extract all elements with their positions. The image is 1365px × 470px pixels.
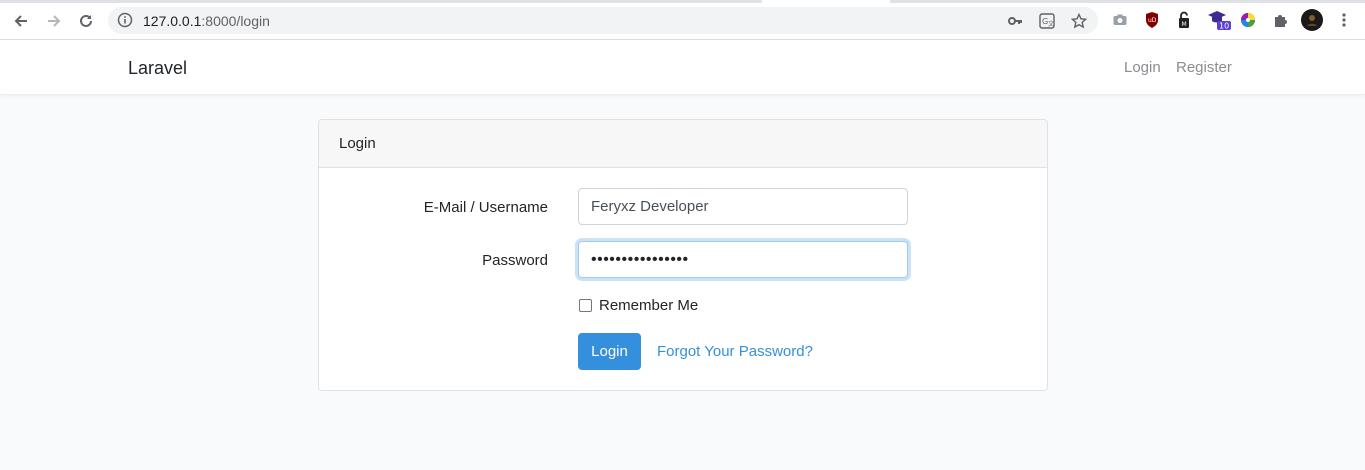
remember-me-checkbox[interactable] <box>579 299 592 312</box>
lock-extension-icon[interactable]: M <box>1174 10 1194 30</box>
forward-button[interactable] <box>43 10 65 32</box>
bookmark-star-icon[interactable] <box>1070 12 1088 30</box>
site-info-icon[interactable] <box>117 12 133 33</box>
browser-toolbar: 127.0.0.1:8000/login G文 uD M 10 <box>0 0 1365 40</box>
nav-register-link[interactable]: Register <box>1176 59 1232 76</box>
email-label: E-Mail / Username <box>423 199 548 216</box>
graduation-cap-icon[interactable]: 10 <box>1206 10 1232 31</box>
login-button[interactable]: Login <box>578 333 641 370</box>
login-card: Login E-Mail / Username Feryxz Developer… <box>318 119 1048 391</box>
address-bar[interactable]: 127.0.0.1:8000/login G文 <box>108 7 1098 34</box>
tab-strip <box>0 0 1365 3</box>
url-host: 127.0.0.1 <box>143 13 202 29</box>
app-navbar: Laravel Login Register <box>0 40 1365 95</box>
remember-me-label[interactable]: Remember Me <box>599 297 698 314</box>
card-title: Login <box>339 135 376 152</box>
translate-icon[interactable]: G文 <box>1038 12 1056 30</box>
camera-icon[interactable] <box>1110 10 1130 30</box>
reload-button[interactable] <box>75 10 97 32</box>
password-field[interactable]: •••••••••••••••• <box>578 241 908 278</box>
svg-text:M: M <box>1182 21 1187 28</box>
card-header: Login <box>319 120 1047 168</box>
active-tab[interactable] <box>762 0 890 3</box>
ublock-icon[interactable]: uD <box>1142 10 1162 30</box>
reload-icon <box>80 14 92 27</box>
svg-text:文: 文 <box>1048 20 1054 28</box>
key-icon[interactable] <box>1006 12 1024 30</box>
nav-login-link[interactable]: Login <box>1124 59 1161 76</box>
profile-avatar[interactable] <box>1301 9 1323 31</box>
forgot-password-link[interactable]: Forgot Your Password? <box>657 343 813 360</box>
back-button[interactable] <box>10 10 32 32</box>
menu-kebab-icon[interactable] <box>1334 10 1354 30</box>
url-text[interactable]: 127.0.0.1:8000/login <box>143 13 270 29</box>
back-arrow-icon <box>14 15 27 27</box>
profile-avatar-icon <box>1307 15 1317 26</box>
extension-badge-count: 10 <box>1219 22 1229 31</box>
forward-arrow-icon <box>48 15 61 27</box>
svg-text:uD: uD <box>1148 17 1157 24</box>
password-label: Password <box>482 252 548 269</box>
url-path: :8000/login <box>201 13 270 29</box>
brand-link[interactable]: Laravel <box>128 58 187 79</box>
email-field[interactable]: Feryxz Developer <box>578 188 908 225</box>
puzzle-extensions-icon[interactable] <box>1270 10 1290 30</box>
color-picker-icon[interactable] <box>1238 10 1258 30</box>
